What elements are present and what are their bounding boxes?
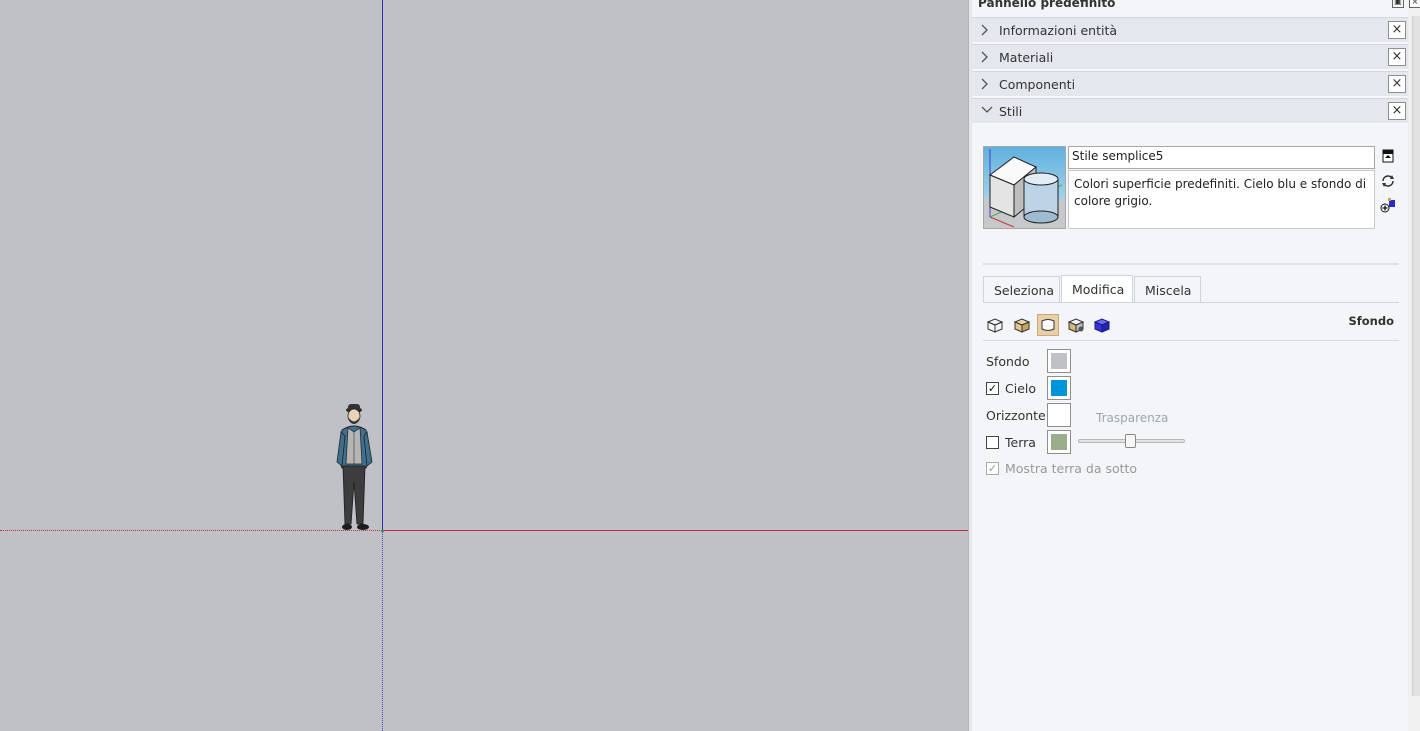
close-icon[interactable]: × xyxy=(1388,102,1406,120)
tab-seleziona[interactable]: Seleziona xyxy=(983,276,1060,302)
tab-miscela[interactable]: Miscela xyxy=(1134,276,1201,302)
background-settings-icon[interactable] xyxy=(1037,314,1059,336)
watermark-settings-icon[interactable] xyxy=(1065,314,1087,336)
red-axis xyxy=(382,530,968,531)
modeling-settings-icon[interactable] xyxy=(1091,314,1113,336)
orizzonte-label: Orizzonte xyxy=(986,408,1046,423)
sfondo-label: Sfondo xyxy=(986,354,1030,369)
edge-settings-icon[interactable] xyxy=(984,314,1006,336)
cielo-color-swatch[interactable] xyxy=(1047,376,1071,400)
create-style-icon[interactable] xyxy=(1380,148,1396,164)
swatch-fill xyxy=(1051,407,1067,423)
update-style-icon[interactable] xyxy=(1380,173,1396,189)
swatch-fill xyxy=(1051,434,1067,450)
tab-modifica[interactable]: Modifica xyxy=(1061,275,1133,303)
blue-axis-negative xyxy=(382,531,383,731)
tray-label: Informazioni entità xyxy=(999,23,1118,38)
blue-axis xyxy=(382,0,383,530)
face-settings-icon[interactable] xyxy=(1011,314,1033,336)
cielo-label: Cielo xyxy=(1005,381,1037,396)
style-name-input[interactable]: Stile semplice5 xyxy=(1068,146,1375,169)
tab-underline xyxy=(983,302,1399,303)
tray-materials[interactable]: Materiali × xyxy=(972,44,1408,70)
mostra-terra-checkbox: ✓ xyxy=(986,462,999,475)
tray-entity-info[interactable]: Informazioni entità × xyxy=(972,17,1408,43)
green-axis xyxy=(381,530,384,532)
red-axis-negative xyxy=(0,530,382,531)
scale-figure[interactable] xyxy=(333,402,377,532)
separator xyxy=(983,263,1399,265)
close-panel-icon[interactable]: × xyxy=(1409,0,1420,8)
section-label: Sfondo xyxy=(1348,314,1394,328)
swatch-fill xyxy=(1051,353,1067,369)
chevron-down-icon xyxy=(980,104,993,118)
style-description[interactable]: Colori superficie predefiniti. Cielo blu… xyxy=(1068,170,1375,229)
separator xyxy=(983,340,1399,341)
chevron-right-icon xyxy=(980,23,992,37)
orizzonte-color-swatch[interactable] xyxy=(1047,403,1071,427)
tray-label: Stili xyxy=(999,104,1023,119)
tray-styles[interactable]: Stili × xyxy=(972,98,1408,124)
transparency-slider-thumb[interactable] xyxy=(1125,434,1136,448)
modeling-viewport[interactable] xyxy=(0,0,968,731)
tray-components[interactable]: Componenti × xyxy=(972,71,1408,97)
terra-checkbox[interactable] xyxy=(986,436,999,449)
mostra-terra-label: Mostra terra da sotto xyxy=(1005,461,1138,476)
tray-label: Materiali xyxy=(999,50,1054,65)
sfondo-color-swatch[interactable] xyxy=(1047,349,1071,373)
style-thumbnail xyxy=(983,146,1066,229)
pin-icon[interactable]: ▣ xyxy=(1392,0,1404,8)
panel-title: Pannello predefinito xyxy=(978,0,1116,10)
tray-label: Componenti xyxy=(999,77,1076,92)
chevron-right-icon xyxy=(980,50,992,64)
terra-color-swatch[interactable] xyxy=(1047,430,1071,454)
scrollbar[interactable] xyxy=(1412,16,1420,696)
swatch-fill xyxy=(1051,380,1067,396)
terra-label: Terra xyxy=(1005,435,1036,450)
close-icon[interactable]: × xyxy=(1388,48,1406,66)
default-tray-panel: Pannello predefinito ▣ Informazioni enti… xyxy=(972,0,1408,731)
close-icon[interactable]: × xyxy=(1388,75,1406,93)
add-style-icon[interactable] xyxy=(1380,197,1396,213)
cielo-checkbox[interactable]: ✓ xyxy=(986,382,999,395)
trasparenza-label: Trasparenza xyxy=(1096,411,1169,425)
close-icon[interactable]: × xyxy=(1388,21,1406,39)
chevron-right-icon xyxy=(980,77,992,91)
